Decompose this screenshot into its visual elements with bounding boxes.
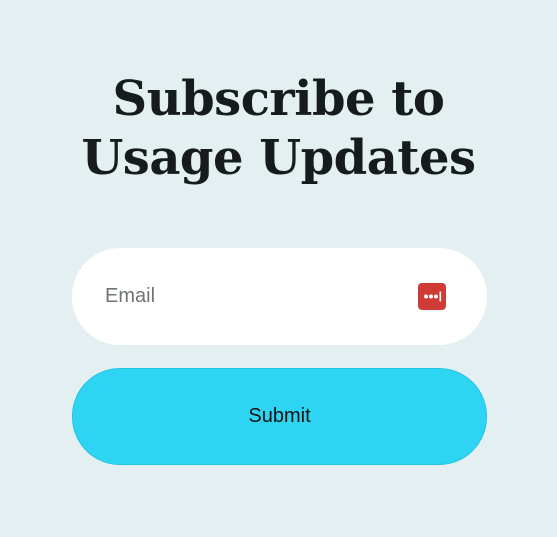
- title-line-1: Subscribe to: [112, 71, 445, 127]
- subscribe-panel: Subscribe to Usage Updates Submit: [0, 0, 557, 537]
- email-field-container: [72, 248, 487, 345]
- title-line-2: Usage Updates: [81, 130, 476, 186]
- page-title: Subscribe to Usage Updates: [0, 70, 557, 188]
- password-manager-icon[interactable]: [418, 283, 446, 310]
- submit-button[interactable]: Submit: [72, 368, 487, 465]
- password-dots-icon: [424, 291, 442, 302]
- email-input[interactable]: [72, 248, 402, 345]
